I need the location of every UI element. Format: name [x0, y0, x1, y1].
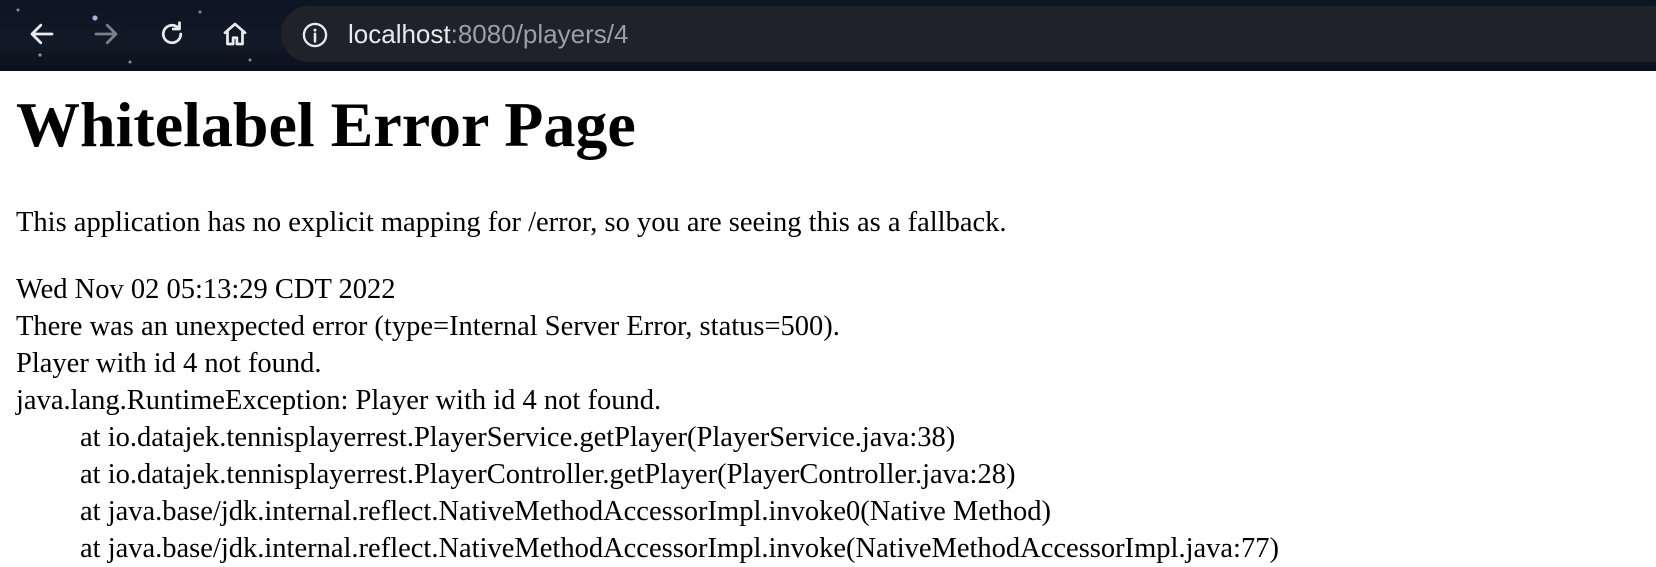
url-path: :8080/players/4: [450, 19, 629, 49]
exception-line: java.lang.RuntimeException: Player with …: [16, 385, 662, 416]
home-icon: [223, 22, 247, 46]
arrow-left-icon: [30, 23, 54, 45]
intro-text: This application has no explicit mapping…: [16, 207, 1007, 238]
home-button[interactable]: [215, 14, 255, 54]
stack-trace-line: at java.base/jdk.internal.reflect.Native…: [80, 533, 1279, 564]
stack-trace-line: at java.base/jdk.internal.reflect.Native…: [80, 496, 1052, 527]
address-bar[interactable]: localhost:8080/players/4: [281, 6, 1656, 62]
browser-toolbar: localhost:8080/players/4: [0, 0, 1656, 71]
info-icon[interactable]: [301, 21, 329, 49]
forward-button[interactable]: [86, 14, 126, 54]
error-summary: There was an unexpected error (type=Inte…: [16, 311, 840, 342]
reload-icon: [161, 21, 183, 45]
url-host: localhost: [348, 19, 451, 49]
stack-trace-line: at io.datajek.tennisplayerrest.PlayerCon…: [80, 459, 1016, 490]
timestamp: Wed Nov 02 05:13:29 CDT 2022: [16, 274, 396, 305]
page-title: Whitelabel Error Page: [16, 89, 636, 160]
error-message: Player with id 4 not found.: [16, 348, 322, 379]
arrow-right-icon: [94, 23, 118, 45]
back-button[interactable]: [22, 14, 62, 54]
reload-button[interactable]: [152, 14, 192, 54]
url-text[interactable]: localhost:8080/players/4: [348, 20, 628, 48]
stack-trace-line: at io.datajek.tennisplayerrest.PlayerSer…: [80, 422, 956, 453]
